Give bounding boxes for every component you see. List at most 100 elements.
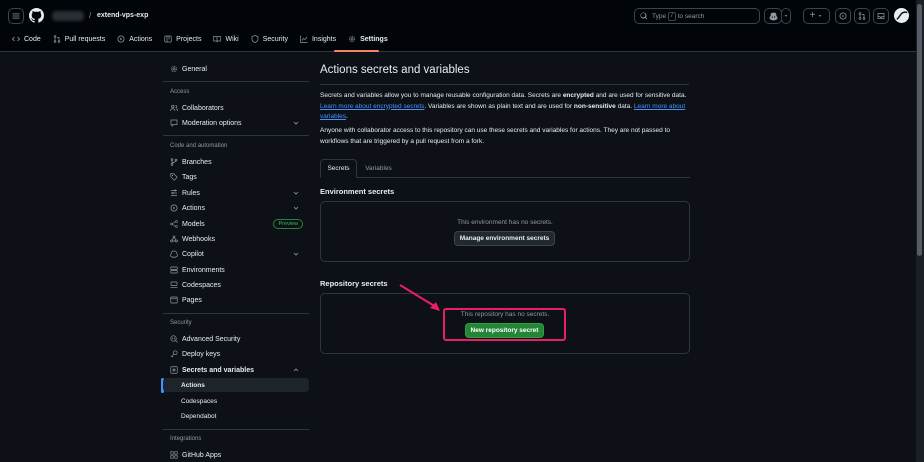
tab-security[interactable]: Security bbox=[245, 31, 294, 47]
sidebar-item-deploy-keys[interactable]: Deploy keys bbox=[163, 347, 309, 361]
menu-button[interactable] bbox=[8, 8, 24, 24]
blurred-owner[interactable] bbox=[52, 11, 84, 21]
sidebar-item-advanced-security[interactable]: Advanced Security bbox=[163, 332, 309, 346]
chevron-down-icon bbox=[293, 191, 299, 195]
tab-label: Settings bbox=[360, 35, 388, 43]
tab-secrets[interactable]: Secrets bbox=[320, 159, 357, 178]
search-icon bbox=[640, 12, 648, 20]
description-text: Secrets and variables allow you to manag… bbox=[320, 92, 563, 99]
sidebar-item-label: Environments bbox=[182, 266, 225, 274]
annotation-highlight-box bbox=[443, 308, 566, 341]
copilot-icon bbox=[170, 250, 178, 258]
sidebar-subitem-dependabot[interactable]: Dependabot bbox=[163, 409, 309, 423]
hamburger-icon bbox=[12, 13, 20, 19]
sidebar-item-secrets-and-variables[interactable]: Secrets and variables bbox=[163, 363, 309, 377]
repository-secrets-heading: Repository secrets bbox=[320, 279, 388, 288]
tab-actions[interactable]: Actions bbox=[111, 31, 158, 47]
plus-icon: + bbox=[809, 10, 816, 21]
description-emphasis: encrypted bbox=[562, 92, 594, 99]
user-avatar[interactable] bbox=[894, 8, 909, 23]
triangle-down-icon bbox=[784, 15, 788, 17]
gear-icon bbox=[349, 35, 356, 43]
tab-label: Wiki bbox=[225, 35, 239, 43]
people-icon bbox=[170, 104, 178, 112]
branch-icon bbox=[170, 158, 178, 166]
tab-settings[interactable]: Settings bbox=[342, 31, 394, 47]
chevron-down-icon bbox=[293, 121, 299, 125]
sidebar-item-label: Codespaces bbox=[182, 281, 221, 289]
chevron-up-icon bbox=[293, 368, 299, 372]
annotation-arrow bbox=[399, 284, 440, 311]
sidebar-item-label: Models bbox=[182, 220, 205, 228]
sidebar-item-tags[interactable]: Tags bbox=[163, 170, 309, 184]
key-asterisk-icon bbox=[170, 366, 178, 374]
issues-button[interactable] bbox=[835, 8, 851, 24]
description-text: . bbox=[346, 113, 348, 120]
sidebar-item-codespaces[interactable]: Codespaces bbox=[163, 278, 309, 292]
sidebar-item-branches[interactable]: Branches bbox=[163, 155, 309, 169]
sidebar-item-label: Moderation options bbox=[182, 119, 242, 127]
tab-variables[interactable]: Variables bbox=[358, 159, 399, 178]
sidebar-item-github-apps[interactable]: GitHub Apps bbox=[163, 448, 309, 462]
copilot-button[interactable] bbox=[764, 8, 782, 24]
repo-nav: Code Pull requests Actions Projects Wiki… bbox=[6, 31, 394, 47]
description-paragraph: Secrets and variables allow you to manag… bbox=[320, 91, 690, 123]
copilot-icon bbox=[769, 12, 777, 20]
sidebar-item-general[interactable]: General bbox=[163, 62, 309, 76]
sidebar-item-environments[interactable]: Environments bbox=[163, 263, 309, 277]
sidebar-subitem-actions[interactable]: Actions bbox=[163, 378, 309, 392]
server-icon bbox=[170, 266, 178, 274]
copilot-dropdown-button[interactable] bbox=[781, 8, 791, 24]
apps-icon bbox=[170, 451, 178, 459]
sidebar-item-models[interactable]: Models Preview bbox=[163, 217, 309, 231]
sidebar-item-label: Rules bbox=[182, 189, 200, 197]
github-logo[interactable] bbox=[29, 8, 44, 23]
pull-request-icon bbox=[858, 12, 866, 20]
sidebar-item-label: Deploy keys bbox=[182, 350, 221, 358]
manage-environment-secrets-button[interactable]: Manage environment secrets bbox=[454, 231, 555, 246]
search-prefix: Type bbox=[652, 12, 667, 20]
scrollbar-thumb[interactable] bbox=[917, 4, 922, 256]
page-title: Actions secrets and variables bbox=[320, 64, 470, 76]
sidebar-item-webhooks[interactable]: Webhooks bbox=[163, 232, 309, 246]
github-mark-icon bbox=[29, 8, 44, 23]
rules-icon bbox=[171, 189, 177, 196]
path-separator: / bbox=[89, 11, 92, 20]
selected-tab-underline bbox=[334, 50, 379, 52]
sidebar-subitem-codespaces[interactable]: Codespaces bbox=[163, 394, 309, 408]
browser-icon bbox=[170, 296, 178, 304]
sidebar-divider bbox=[163, 135, 309, 136]
sidebar-item-actions[interactable]: Actions bbox=[163, 201, 309, 215]
codescan-icon bbox=[170, 335, 178, 343]
sidebar-item-moderation[interactable]: Moderation options bbox=[163, 116, 309, 130]
sidebar-item-label: Codespaces bbox=[181, 397, 218, 405]
sidebar-item-label: Advanced Security bbox=[182, 335, 241, 343]
shield-icon bbox=[251, 35, 259, 43]
learn-more-secrets-link[interactable]: Learn more about encrypted secrets bbox=[320, 103, 424, 110]
tab-code[interactable]: Code bbox=[6, 31, 47, 47]
repo-name[interactable]: extend-vps-exp bbox=[97, 12, 148, 19]
tab-pull-requests[interactable]: Pull requests bbox=[47, 31, 111, 47]
chevron-down-icon bbox=[293, 252, 299, 256]
inbox-icon bbox=[877, 13, 885, 19]
codespaces-icon bbox=[170, 281, 178, 288]
issue-circle-icon bbox=[839, 12, 847, 20]
graph-icon bbox=[300, 35, 308, 43]
pull-requests-button[interactable] bbox=[854, 8, 870, 24]
sidebar-item-pages[interactable]: Pages bbox=[163, 293, 309, 307]
sidebar-item-collaborators[interactable]: Collaborators bbox=[163, 101, 309, 115]
tab-wiki[interactable]: Wiki bbox=[207, 31, 244, 47]
actions-icon bbox=[170, 204, 178, 212]
sidebar-item-label: Pages bbox=[182, 296, 202, 304]
webhook-icon bbox=[170, 235, 178, 243]
sidebar-item-label: Secrets and variables bbox=[182, 366, 254, 374]
sidebar-heading-security: Security bbox=[170, 320, 192, 326]
tab-projects[interactable]: Projects bbox=[158, 31, 207, 47]
tab-insights[interactable]: Insights bbox=[294, 31, 342, 47]
create-new-button[interactable]: + bbox=[803, 8, 830, 24]
sidebar-item-rules[interactable]: Rules bbox=[163, 186, 309, 200]
inbox-button[interactable] bbox=[873, 8, 889, 24]
search-input[interactable]: Type / to search bbox=[634, 8, 760, 24]
code-icon bbox=[12, 36, 20, 42]
sidebar-item-copilot[interactable]: Copilot bbox=[163, 247, 309, 261]
